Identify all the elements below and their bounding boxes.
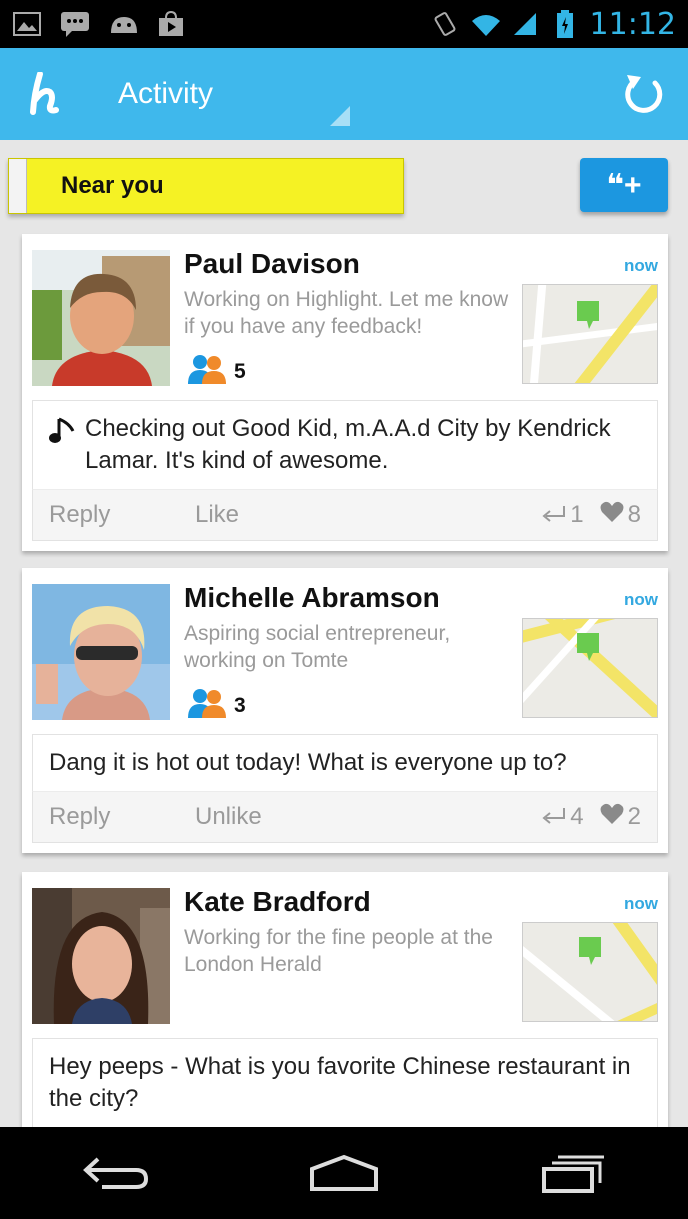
gallery-icon <box>12 10 42 38</box>
post-text: Hey peeps - What is you favorite Chinese… <box>49 1053 631 1112</box>
location-map[interactable] <box>522 618 658 718</box>
activity-card[interactable]: Michelle Abramson now Aspiring social en… <box>22 568 668 853</box>
music-note-icon <box>49 417 75 454</box>
user-tagline: Working for the fine people at the Londo… <box>184 926 493 976</box>
user-tagline: Aspiring social entrepreneur, working on… <box>184 622 451 672</box>
navigation-bar <box>0 1127 688 1219</box>
reply-button[interactable]: Reply <box>49 803 195 831</box>
heart-icon <box>600 501 624 530</box>
heart-icon <box>600 803 624 832</box>
avatar[interactable] <box>32 250 170 386</box>
mutual-friends[interactable]: 5 <box>186 354 246 390</box>
back-icon[interactable] <box>65 1138 165 1208</box>
like-button[interactable]: Like <box>195 501 239 529</box>
status-bar: 11:12 <box>0 0 688 48</box>
avatar[interactable] <box>32 888 170 1024</box>
user-name[interactable]: Michelle Abramson <box>184 582 440 614</box>
filter-handle <box>9 159 27 213</box>
near-you-filter[interactable]: Near you <box>8 158 404 214</box>
reply-count[interactable]: 4 <box>542 803 584 831</box>
filter-label: Near you <box>61 172 164 199</box>
highlight-logo-icon[interactable] <box>0 48 100 140</box>
post-actions: Reply Like 1 8 <box>32 489 658 541</box>
clock: 11:12 <box>589 6 676 42</box>
post-text: Dang it is hot out today! What is everyo… <box>49 749 567 776</box>
post-time: now <box>624 256 658 275</box>
compose-highlight-button[interactable]: ❝+ <box>580 158 668 212</box>
unlike-button[interactable]: Unlike <box>195 803 262 831</box>
post-body: Dang it is hot out today! What is everyo… <box>32 734 658 791</box>
recent-apps-icon[interactable] <box>523 1138 623 1208</box>
like-count[interactable]: 2 <box>600 803 641 832</box>
activity-spinner[interactable]: Activity <box>100 52 350 136</box>
compose-label: ❝+ <box>606 168 642 202</box>
friends-count: 5 <box>234 360 246 383</box>
post-text: Checking out Good Kid, m.A.A.d City by K… <box>85 415 611 474</box>
friends-icon <box>186 354 228 390</box>
shop-icon <box>156 10 186 38</box>
post-body: Hey peeps - What is you favorite Chinese… <box>32 1038 658 1127</box>
user-name[interactable]: Kate Bradford <box>184 886 371 918</box>
friends-icon <box>186 688 228 724</box>
home-icon[interactable] <box>294 1138 394 1208</box>
friends-count: 3 <box>234 694 246 717</box>
spinner-indicator-icon <box>330 106 350 126</box>
location-map[interactable] <box>522 284 658 384</box>
mutual-friends[interactable]: 3 <box>186 688 246 724</box>
post-time: now <box>624 894 658 913</box>
action-bar: Activity <box>0 48 688 140</box>
wifi-icon <box>470 10 500 38</box>
vibrate-icon <box>430 10 460 38</box>
android-icon <box>108 10 138 38</box>
signal-icon <box>510 10 540 38</box>
user-name[interactable]: Paul Davison <box>184 248 360 280</box>
reply-arrow-icon <box>542 501 566 529</box>
avatar[interactable] <box>32 584 170 720</box>
activity-card[interactable]: Kate Bradford now Working for the fine p… <box>22 872 668 1127</box>
action-bar-title: Activity <box>118 77 214 110</box>
activity-card[interactable]: Paul Davison now Working on Highlight. L… <box>22 234 668 551</box>
battery-icon <box>550 10 580 38</box>
like-count[interactable]: 8 <box>600 501 641 530</box>
reply-arrow-icon <box>542 803 566 831</box>
post-actions: Reply Unlike 4 2 <box>32 791 658 843</box>
chat-icon <box>60 10 90 38</box>
location-map[interactable] <box>522 922 658 1022</box>
user-tagline: Working on Highlight. Let me know if you… <box>184 288 509 338</box>
refresh-icon[interactable] <box>600 48 688 140</box>
post-time: now <box>624 590 658 609</box>
reply-button[interactable]: Reply <box>49 501 195 529</box>
post-body: Checking out Good Kid, m.A.A.d City by K… <box>32 400 658 489</box>
reply-count[interactable]: 1 <box>542 501 584 529</box>
